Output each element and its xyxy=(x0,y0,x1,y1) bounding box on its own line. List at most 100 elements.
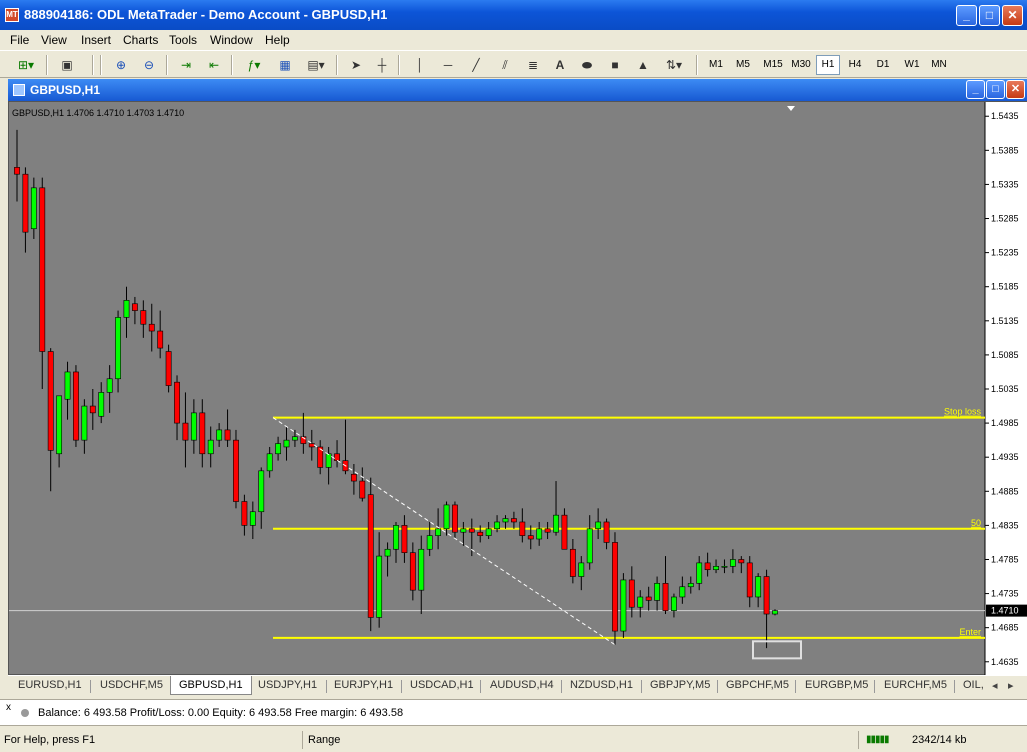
menu-charts[interactable]: Charts xyxy=(123,33,158,47)
candle-body xyxy=(687,583,694,588)
menu-tools[interactable]: Tools xyxy=(169,33,197,47)
timeframe-m30[interactable]: M30 xyxy=(788,55,814,75)
timeframe-m15[interactable]: M15 xyxy=(760,55,786,75)
fibonacci-icon[interactable]: ≣ xyxy=(522,56,544,74)
candle-body xyxy=(612,542,618,632)
templates-icon[interactable]: ▤▾ xyxy=(302,56,330,74)
new-chart-icon[interactable]: ⊞▾ xyxy=(12,56,40,74)
vertical-line-icon[interactable]: │ xyxy=(410,56,430,74)
periods-icon[interactable]: ▦ xyxy=(274,56,296,74)
candle-body xyxy=(755,576,762,598)
indicators-icon[interactable]: ƒ▾ xyxy=(240,56,268,74)
autoscroll-icon[interactable]: ⇥ xyxy=(175,56,197,74)
candle-body xyxy=(561,514,568,550)
tab-gbpusd[interactable]: GBPUSD,H1 xyxy=(170,676,252,695)
tab-audusd[interactable]: AUDUSD,H4 xyxy=(490,679,554,691)
candle-body xyxy=(544,528,551,533)
tab-usdcad[interactable]: USDCAD,H1 xyxy=(410,679,474,691)
tab-usdjpy[interactable]: USDJPY,H1 xyxy=(258,679,317,691)
candle-body xyxy=(443,504,450,530)
tab-separator xyxy=(954,680,955,693)
timeframe-m1[interactable]: M1 xyxy=(704,55,728,75)
timeframe-h4[interactable]: H4 xyxy=(843,55,867,75)
equidistant-channel-icon[interactable]: ⫽ xyxy=(494,56,516,74)
text-icon[interactable]: A xyxy=(550,56,570,74)
menu-help[interactable]: Help xyxy=(265,33,290,47)
price-tick-label: 1.5435 xyxy=(991,111,1019,121)
zoom-out-icon[interactable]: ⊖ xyxy=(138,56,160,74)
price-tick-label: 1.5185 xyxy=(991,282,1019,292)
candle-body xyxy=(115,317,121,380)
timeframe-h1[interactable]: H1 xyxy=(816,55,840,75)
tab-eurjpy[interactable]: EURJPY,H1 xyxy=(334,679,393,691)
rectangle-icon[interactable]: ■ xyxy=(604,56,626,74)
tab-gbpjpy[interactable]: GBPJPY,M5 xyxy=(650,679,710,691)
crosshair-icon[interactable]: ┼ xyxy=(372,56,392,74)
candle-body xyxy=(721,566,728,568)
chart-minimize-button[interactable]: _ xyxy=(966,80,985,99)
ellipse-icon[interactable]: ⬬ xyxy=(576,56,598,74)
level-label: 50 xyxy=(971,518,981,528)
menu-file[interactable]: File xyxy=(10,33,29,47)
minimize-button[interactable]: _ xyxy=(956,5,977,26)
tab-eurchf[interactable]: EURCHF,M5 xyxy=(884,679,947,691)
tabs-scroll-right-icon[interactable]: ▸ xyxy=(1008,679,1014,692)
tab-separator xyxy=(326,680,327,693)
tab-oil[interactable]: OIL, xyxy=(963,679,984,691)
maximize-button[interactable]: □ xyxy=(979,5,1000,26)
trendline-icon[interactable]: ╱ xyxy=(466,56,486,74)
window-titlebar[interactable]: MT 888904186: ODL MetaTrader - Demo Acco… xyxy=(0,0,1027,30)
terminal-close-icon[interactable]: x xyxy=(6,702,11,713)
candle-body xyxy=(746,562,753,598)
timeframe-d1[interactable]: D1 xyxy=(871,55,895,75)
menu-window[interactable]: Window xyxy=(210,33,253,47)
price-tick-label: 1.4685 xyxy=(991,623,1019,633)
toolbar-separator xyxy=(398,55,400,75)
tab-eurgbp[interactable]: EURGBP,M5 xyxy=(805,679,868,691)
tabs-scroll-left-icon[interactable]: ◂ xyxy=(992,679,998,692)
candle-body xyxy=(494,521,500,530)
candle-body xyxy=(14,167,20,175)
status-help: For Help, press F1 xyxy=(4,734,96,746)
price-tick-label: 1.5285 xyxy=(991,214,1019,224)
candlestick-chart[interactable]: 1.5435 1.5385 1.5335 1.5285 1.5235 1.5185 1.51… xyxy=(9,102,1027,676)
chart-maximize-button[interactable]: □ xyxy=(986,80,1005,99)
timeframe-w1[interactable]: W1 xyxy=(900,55,924,75)
tab-nzdusd[interactable]: NZDUSD,H1 xyxy=(570,679,633,691)
horizontal-line-icon[interactable]: ─ xyxy=(438,56,458,74)
chart-close-button[interactable]: ✕ xyxy=(1006,80,1025,99)
candle-body xyxy=(620,579,627,632)
candle-body xyxy=(519,521,526,536)
candle-body xyxy=(772,610,778,615)
price-tick-label: 1.5385 xyxy=(991,145,1019,155)
window-title: 888904186: ODL MetaTrader - Demo Account… xyxy=(24,7,388,22)
timeframe-m5[interactable]: M5 xyxy=(731,55,755,75)
menu-view[interactable]: View xyxy=(41,33,67,47)
chart-shift-icon[interactable]: ⇤ xyxy=(203,56,225,74)
candle-body xyxy=(485,528,492,536)
account-status-icon xyxy=(21,709,29,717)
timeframe-mn[interactable]: MN xyxy=(927,55,951,75)
candle-body xyxy=(224,429,231,441)
close-button[interactable]: ✕ xyxy=(1002,5,1023,26)
chart-area[interactable]: 1.5435 1.5385 1.5335 1.5285 1.5235 1.5185 1.51… xyxy=(8,101,1027,676)
candle-body xyxy=(527,535,534,540)
chart-window-titlebar[interactable]: GBPUSD,H1 _ □ ✕ xyxy=(8,79,1027,101)
tab-eurusd[interactable]: EURUSD,H1 xyxy=(18,679,82,691)
zoom-in-icon[interactable]: ⊕ xyxy=(110,56,132,74)
market-watch-icon[interactable]: ▣ xyxy=(56,56,78,74)
toolbar-separator xyxy=(696,55,698,75)
arrows-icon[interactable]: ⇅▾ xyxy=(660,56,688,74)
candle-body xyxy=(452,504,458,533)
cursor-icon[interactable]: ➤ xyxy=(346,56,366,74)
candle-body xyxy=(123,300,130,318)
candle-body xyxy=(64,371,71,400)
candle-body xyxy=(216,429,223,441)
candle-body xyxy=(763,576,770,615)
menu-insert[interactable]: Insert xyxy=(81,33,111,47)
tab-gbpchf[interactable]: GBPCHF,M5 xyxy=(726,679,789,691)
candle-body xyxy=(81,405,88,441)
tab-usdchf[interactable]: USDCHF,M5 xyxy=(100,679,163,691)
current-price-label: 1.4710 xyxy=(991,606,1019,616)
triangle-icon[interactable]: ▲ xyxy=(632,56,654,74)
